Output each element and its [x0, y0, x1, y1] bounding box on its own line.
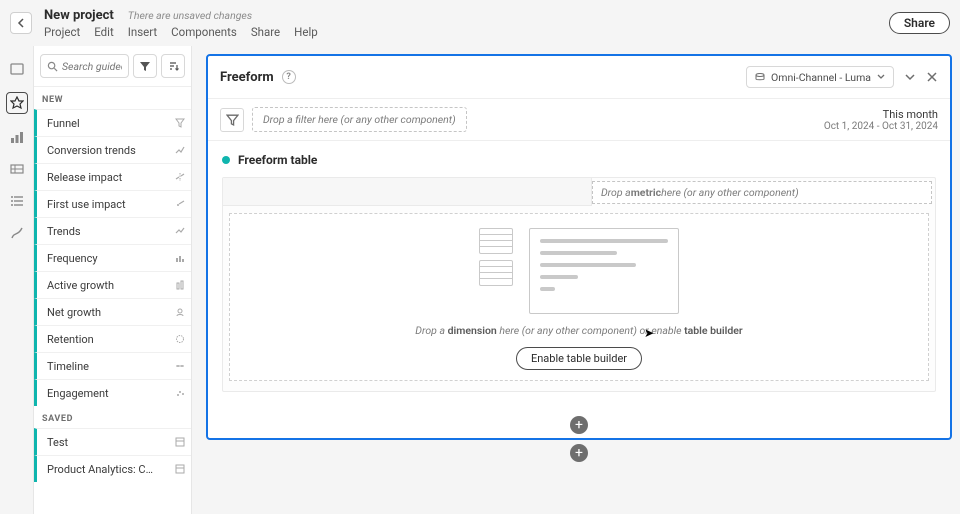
panel-item-saved-test[interactable]: Test	[34, 428, 191, 455]
close-icon[interactable]	[926, 71, 938, 83]
growth-icon	[175, 280, 185, 290]
panel-item-conversion-trends[interactable]: Conversion trends	[34, 136, 191, 163]
back-button[interactable]	[10, 12, 32, 34]
menu-edit[interactable]: Edit	[94, 25, 113, 39]
dimension-hint: Drop a dimension here (or any other comp…	[415, 324, 742, 337]
filter-icon-box[interactable]	[220, 108, 244, 132]
panel-item-trends[interactable]: Trends	[34, 217, 191, 244]
rail-curate-icon[interactable]	[8, 224, 26, 242]
canvas: Freeform ? Omni-Channel - Luma	[192, 46, 960, 514]
table-header-left[interactable]	[223, 178, 592, 206]
net-growth-icon	[175, 307, 185, 317]
project-title[interactable]: New project	[44, 8, 114, 23]
freeform-table: Drop a metric here (or any other compone…	[222, 177, 936, 392]
engagement-icon	[175, 388, 185, 398]
saved-icon	[175, 464, 185, 474]
panel-item-frequency[interactable]: Frequency	[34, 244, 191, 271]
first-use-icon	[175, 199, 185, 209]
title-block: New project There are unsaved changes Pr…	[44, 8, 889, 39]
retention-icon	[175, 334, 185, 344]
menu-insert[interactable]: Insert	[128, 25, 157, 39]
panel-item-saved-campaign[interactable]: Product Analytics: Campai…	[34, 455, 191, 482]
viz-dot	[222, 156, 230, 164]
panel-item-funnel[interactable]: Funnel	[34, 109, 191, 136]
menu-project[interactable]: Project	[44, 25, 80, 39]
section-saved: SAVED	[34, 406, 191, 428]
table-title[interactable]: Freeform table	[238, 153, 317, 167]
chevron-left-icon	[17, 18, 25, 28]
search-icon	[47, 61, 58, 72]
filter-icon	[139, 60, 151, 72]
menu-help[interactable]: Help	[294, 25, 318, 39]
panel-item-net-growth[interactable]: Net growth	[34, 298, 191, 325]
panel-item-active-growth[interactable]: Active growth	[34, 271, 191, 298]
filter-button[interactable]	[133, 54, 157, 78]
metric-dropzone[interactable]: Drop a metric here (or any other compone…	[592, 181, 932, 204]
search-box[interactable]	[40, 54, 129, 78]
data-icon	[755, 72, 765, 82]
rail-panel-icon[interactable]	[8, 60, 26, 78]
trend-icon	[175, 145, 185, 155]
panel-item-release-impact[interactable]: Release impact	[34, 163, 191, 190]
unsaved-indicator: There are unsaved changes	[128, 9, 252, 22]
component-panel: NEW Funnel Conversion trends Release imp…	[34, 46, 192, 514]
panel-item-timeline[interactable]: Timeline	[34, 352, 191, 379]
share-button[interactable]: Share	[889, 12, 950, 34]
rail-table-icon[interactable]	[8, 160, 26, 178]
search-input[interactable]	[62, 60, 122, 73]
collapse-icon[interactable]	[904, 71, 916, 83]
timeline-icon	[175, 361, 185, 371]
menu-bar: Project Edit Insert Components Share Hel…	[44, 25, 889, 39]
menu-share[interactable]: Share	[251, 25, 280, 39]
funnel-icon	[175, 118, 185, 128]
sort-icon	[167, 60, 179, 72]
panel-item-retention[interactable]: Retention	[34, 325, 191, 352]
filter-dropzone[interactable]: Drop a filter here (or any other compone…	[252, 107, 467, 132]
sort-button[interactable]	[161, 54, 185, 78]
impact-icon	[175, 172, 185, 182]
rail-visualizations-icon[interactable]	[8, 128, 26, 146]
menu-components[interactable]: Components	[171, 25, 237, 39]
bar-icon	[175, 253, 185, 263]
dimension-dropzone[interactable]: Drop a dimension here (or any other comp…	[229, 213, 929, 381]
enable-table-builder-button[interactable]: Enable table builder	[516, 347, 642, 370]
panel-item-first-use-impact[interactable]: First use impact	[34, 190, 191, 217]
left-rail	[0, 46, 34, 514]
panel-item-engagement[interactable]: Engagement	[34, 379, 191, 406]
filter-icon	[226, 113, 239, 126]
section-new: NEW	[34, 87, 191, 109]
rail-guided-analysis-icon[interactable]	[6, 92, 28, 114]
panel-title[interactable]: Freeform	[220, 70, 274, 85]
skeleton-illustration	[479, 228, 679, 314]
chevron-down-icon	[877, 73, 885, 81]
data-view-selector[interactable]: Omni-Channel - Luma	[746, 66, 894, 88]
add-panel-button[interactable]: +	[570, 444, 588, 462]
saved-icon	[175, 437, 185, 447]
rail-list-icon[interactable]	[8, 192, 26, 210]
help-icon[interactable]: ?	[282, 70, 296, 84]
freeform-panel: Freeform ? Omni-Channel - Luma	[206, 54, 952, 440]
add-visualization-button[interactable]: +	[570, 416, 588, 434]
line-icon	[175, 226, 185, 236]
date-range[interactable]: This month Oct 1, 2024 - Oct 31, 2024	[824, 108, 938, 132]
